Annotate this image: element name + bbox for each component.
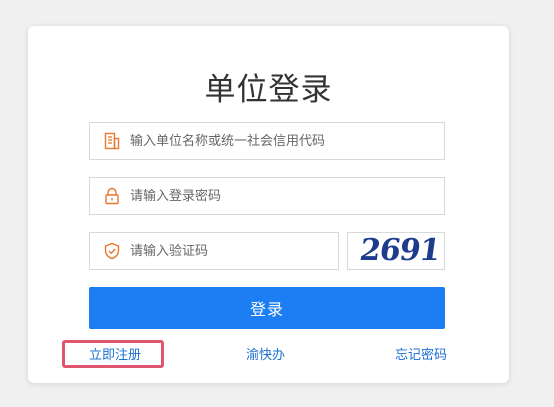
- captcha-input[interactable]: [130, 233, 330, 269]
- quick-service-link[interactable]: 渝快办: [246, 344, 285, 363]
- forgot-password-link[interactable]: 忘记密码: [395, 344, 447, 363]
- building-icon: [104, 132, 120, 150]
- login-page: 单位登录 输入单位名称或统一社会信用代码 请输入验证码 2691 登录 立即注册…: [0, 0, 554, 407]
- login-button[interactable]: 登录: [89, 287, 445, 329]
- page-title: 单位登录: [204, 72, 333, 108]
- register-link[interactable]: 立即注册: [89, 344, 141, 363]
- captcha-text: 2691: [357, 233, 442, 268]
- password-field[interactable]: [89, 177, 445, 215]
- captcha-field[interactable]: [89, 232, 339, 270]
- shield-icon: [104, 242, 120, 260]
- password-input[interactable]: [130, 178, 436, 214]
- lock-icon: [105, 187, 119, 205]
- org-code-field[interactable]: [89, 122, 445, 160]
- login-card: 单位登录 输入单位名称或统一社会信用代码 请输入验证码 2691 登录 立即注册…: [28, 26, 509, 383]
- org-code-input[interactable]: [130, 123, 436, 159]
- captcha-image[interactable]: 2691: [347, 232, 445, 270]
